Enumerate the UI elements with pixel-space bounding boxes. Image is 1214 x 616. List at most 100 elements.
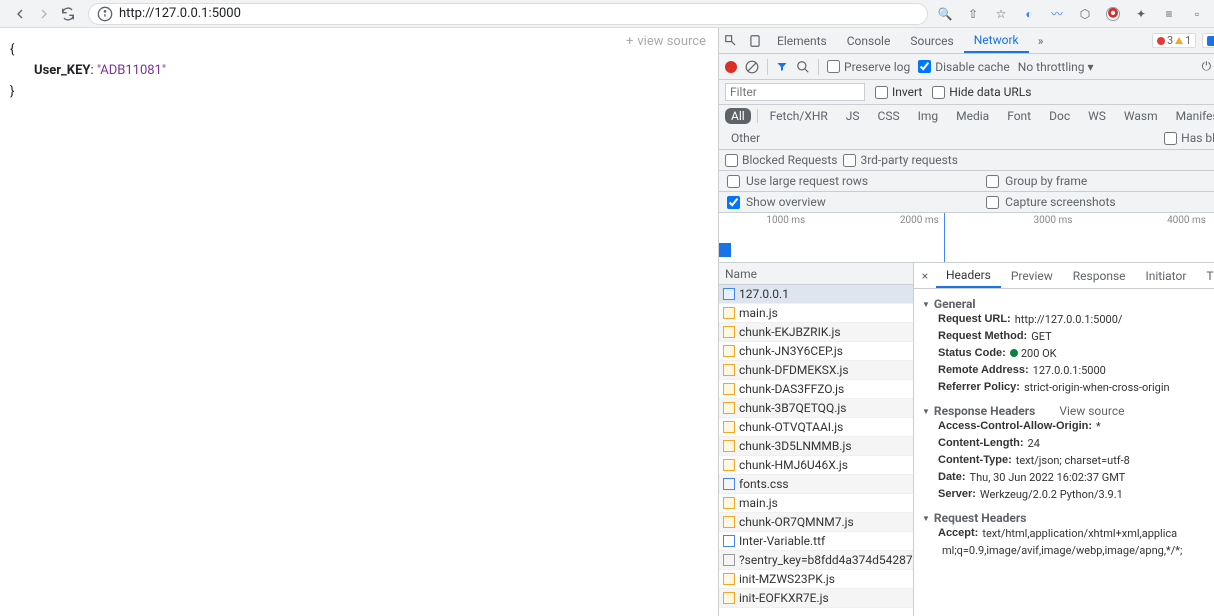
network-row[interactable]: main.js	[719, 304, 913, 323]
view-source-link[interactable]: View source	[1059, 404, 1124, 418]
type-doc[interactable]: Doc	[1043, 108, 1076, 124]
throttling-select[interactable]: No throttling ▾	[1018, 60, 1094, 74]
tab-console[interactable]: Console	[837, 28, 901, 53]
section-header[interactable]: Request Headers	[922, 511, 1214, 525]
network-row[interactable]: chunk-3B7QETQQ.js	[719, 399, 913, 418]
other-file-icon	[723, 554, 735, 566]
type-img[interactable]: Img	[912, 108, 945, 124]
hide-data-urls-checkbox[interactable]: Hide data URLs	[932, 85, 1031, 99]
ball-icon[interactable]	[1104, 5, 1122, 23]
name-column-header[interactable]: Name	[719, 263, 913, 285]
js-file-icon	[723, 326, 735, 338]
view-source-toggle[interactable]: +view source	[626, 31, 706, 53]
js-file-icon	[723, 421, 735, 433]
detail-tab-response[interactable]: Response	[1063, 263, 1136, 288]
type-css[interactable]: CSS	[872, 108, 906, 124]
js-file-icon	[723, 573, 735, 585]
has-blocked-checkbox[interactable]: Has blocked	[1164, 131, 1214, 145]
back-button[interactable]	[8, 2, 32, 26]
header-item: Request URL:http://127.0.0.1:5000/	[922, 311, 1214, 328]
network-row[interactable]: fonts.css	[719, 475, 913, 494]
network-row[interactable]: chunk-3D5LNMMB.js	[719, 437, 913, 456]
zoom-icon[interactable]: 🔍	[936, 5, 954, 23]
share-icon[interactable]: ⇧	[964, 5, 982, 23]
header-item: Access-Control-Allow-Origin:*	[922, 418, 1214, 435]
error-badge[interactable]: 3 1	[1152, 33, 1196, 48]
playlist-icon[interactable]: ≡	[1160, 5, 1178, 23]
filter-input[interactable]	[725, 83, 865, 101]
type-manifest[interactable]: Manifest	[1170, 108, 1214, 124]
search-icon[interactable]	[796, 60, 810, 74]
detail-tab-initiator[interactable]: Initiator	[1136, 263, 1197, 288]
type-ws[interactable]: WS	[1082, 108, 1112, 124]
section-header[interactable]: Response HeadersView source	[922, 404, 1214, 418]
js-file-icon	[723, 516, 735, 528]
network-row[interactable]: chunk-OTVQTAAI.js	[719, 418, 913, 437]
ext1-icon[interactable]: ◐	[1020, 5, 1038, 23]
header-item: Status Code:200 OK	[922, 345, 1214, 362]
group-frame-checkbox[interactable]: Group by frame	[986, 174, 1214, 188]
js-file-icon	[723, 459, 735, 471]
network-row[interactable]: ?sentry_key=b8fdd4a374d542879	[719, 551, 913, 570]
wifi-icon[interactable]: ⏻	[1202, 59, 1212, 74]
invert-checkbox[interactable]: Invert	[875, 85, 922, 99]
forward-button[interactable]	[32, 2, 56, 26]
network-row[interactable]: init-EOFKXR7E.js	[719, 589, 913, 608]
capture-screenshots-checkbox[interactable]: Capture screenshots	[986, 195, 1214, 209]
network-row[interactable]: chunk-EKJBZRIK.js	[719, 323, 913, 342]
network-row[interactable]: Inter-Variable.ttf	[719, 532, 913, 551]
reload-button[interactable]	[56, 2, 80, 26]
type-media[interactable]: Media	[950, 108, 995, 124]
message-badge[interactable]: 1	[1202, 33, 1214, 48]
doc-file-icon	[723, 288, 735, 300]
more-tabs-icon[interactable]: »	[1029, 29, 1053, 53]
network-row[interactable]: main.js	[719, 494, 913, 513]
network-row[interactable]: chunk-HMJ6U46X.js	[719, 456, 913, 475]
inspect-icon[interactable]	[719, 29, 743, 53]
url-bar[interactable]: http://127.0.0.1:5000	[88, 3, 928, 25]
network-row[interactable]: init-MZWS23PK.js	[719, 570, 913, 589]
puzzle-icon[interactable]: ✦	[1132, 5, 1150, 23]
large-rows-checkbox[interactable]: Use large request rows	[727, 174, 986, 188]
network-row[interactable]: chunk-JN3Y6CEP.js	[719, 342, 913, 361]
type-all[interactable]: All	[725, 108, 751, 124]
show-overview-checkbox[interactable]: Show overview	[727, 195, 986, 209]
detail-tab-headers[interactable]: Headers	[936, 263, 1001, 288]
disable-cache-checkbox[interactable]: Disable cache	[918, 60, 1010, 74]
network-row[interactable]: 127.0.0.1	[719, 285, 913, 304]
js-file-icon	[723, 307, 735, 319]
network-timeline[interactable]: 1000 ms2000 ms3000 ms4000 ms	[719, 213, 1214, 263]
css-file-icon	[723, 478, 735, 490]
device-toggle-icon[interactable]	[743, 29, 767, 53]
network-row[interactable]: chunk-OR7QMNM7.js	[719, 513, 913, 532]
type-font[interactable]: Font	[1001, 108, 1037, 124]
js-file-icon	[723, 497, 735, 509]
clear-button[interactable]	[745, 60, 759, 74]
network-row[interactable]: chunk-DAS3FFZO.js	[719, 380, 913, 399]
tab-sources[interactable]: Sources	[900, 28, 963, 53]
tab-network[interactable]: Network	[964, 28, 1029, 53]
type-js[interactable]: JS	[840, 108, 866, 124]
js-file-icon	[723, 383, 735, 395]
detail-tab-timing[interactable]: Timing	[1196, 263, 1214, 288]
ext2-icon[interactable]: 〰	[1048, 5, 1066, 23]
header-item: Accept:text/html,application/xhtml+xml,a…	[922, 525, 1214, 542]
type-wasm[interactable]: Wasm	[1118, 108, 1164, 124]
section-header[interactable]: General	[922, 297, 1214, 311]
record-button[interactable]	[725, 61, 737, 73]
filter-icon[interactable]	[776, 61, 788, 73]
devices-icon[interactable]: ▫	[1188, 5, 1206, 23]
thirdparty-checkbox[interactable]: 3rd-party requests	[843, 153, 957, 167]
star-icon[interactable]: ☆	[992, 5, 1010, 23]
detail-tab-preview[interactable]: Preview	[1001, 263, 1063, 288]
js-file-icon	[723, 592, 735, 604]
shield-icon[interactable]: ⬡	[1076, 5, 1094, 23]
close-detail-button[interactable]: ×	[914, 269, 936, 283]
network-row[interactable]: chunk-DFDMEKSX.js	[719, 361, 913, 380]
preserve-log-checkbox[interactable]: Preserve log	[827, 60, 910, 74]
tab-elements[interactable]: Elements	[767, 28, 837, 53]
blocked-requests-checkbox[interactable]: Blocked Requests	[725, 153, 837, 167]
type-other[interactable]: Other	[725, 130, 766, 146]
type-fetchxhr[interactable]: Fetch/XHR	[764, 108, 834, 124]
js-file-icon	[723, 402, 735, 414]
